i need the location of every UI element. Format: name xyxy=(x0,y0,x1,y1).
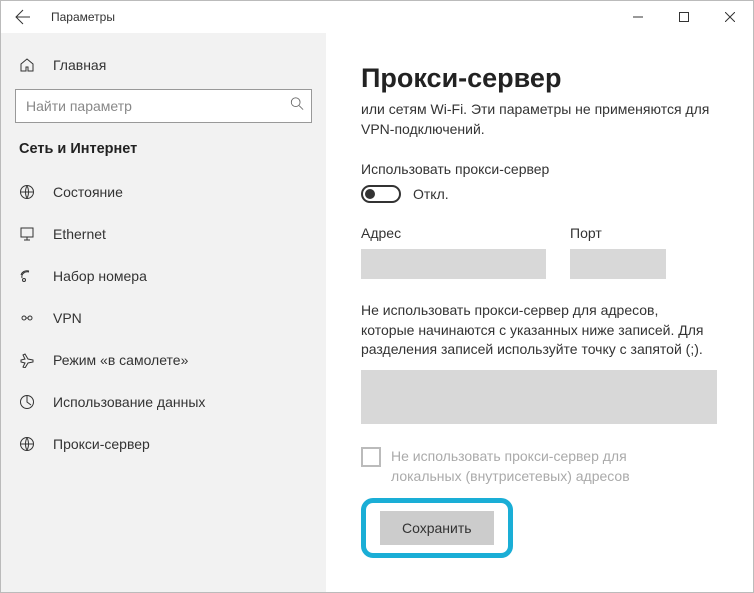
arrow-left-icon xyxy=(15,9,31,25)
local-checkbox-row: Не использовать прокси-сервер для локаль… xyxy=(361,447,723,486)
sidebar-item-label: VPN xyxy=(53,310,82,326)
search-input[interactable] xyxy=(15,89,312,123)
sidebar-item-label: Состояние xyxy=(53,184,123,200)
save-highlight: Сохранить xyxy=(361,498,513,558)
sidebar-item-label: Ethernet xyxy=(53,226,106,242)
address-column: Адрес xyxy=(361,225,546,279)
titlebar: Параметры xyxy=(1,1,753,33)
status-icon xyxy=(19,184,35,200)
page-heading: Прокси-сервер xyxy=(361,63,723,94)
inputs-row: Адрес Порт xyxy=(361,225,723,279)
search-icon xyxy=(290,97,304,116)
toggle-row: Откл. xyxy=(361,185,723,203)
ethernet-icon xyxy=(19,226,35,242)
back-button[interactable] xyxy=(11,5,35,29)
address-label: Адрес xyxy=(361,225,546,241)
main-panel: Прокси-сервер или сетям Wi-Fi. Эти парам… xyxy=(326,33,753,592)
save-button[interactable]: Сохранить xyxy=(380,511,494,545)
window-title: Параметры xyxy=(51,10,115,24)
port-column: Порт xyxy=(570,225,666,279)
close-button[interactable] xyxy=(707,1,753,33)
sidebar-item-airplane[interactable]: Режим «в самолете» xyxy=(1,339,326,381)
close-icon xyxy=(725,12,735,22)
use-proxy-label: Использовать прокси-сервер xyxy=(361,161,723,177)
toggle-state-text: Откл. xyxy=(413,186,449,202)
sidebar-home[interactable]: Главная xyxy=(1,47,326,83)
minimize-icon xyxy=(633,12,643,22)
local-checkbox-label: Не использовать прокси-сервер для локаль… xyxy=(391,447,701,486)
sidebar: Главная Сеть и Интернет Состояние Ethern… xyxy=(1,33,326,592)
proxy-icon xyxy=(19,436,35,452)
sidebar-item-data-usage[interactable]: Использование данных xyxy=(1,381,326,423)
sidebar-home-label: Главная xyxy=(53,57,106,73)
address-input[interactable] xyxy=(361,249,546,279)
airplane-icon xyxy=(19,352,35,368)
sidebar-item-label: Прокси-сервер xyxy=(53,436,150,452)
port-label: Порт xyxy=(570,225,666,241)
use-proxy-toggle[interactable] xyxy=(361,185,401,203)
sidebar-item-dialup[interactable]: Набор номера xyxy=(1,255,326,297)
toggle-knob xyxy=(365,189,375,199)
port-input[interactable] xyxy=(570,249,666,279)
sidebar-section-title: Сеть и Интернет xyxy=(1,141,326,171)
data-usage-icon xyxy=(19,394,35,410)
content: Главная Сеть и Интернет Состояние Ethern… xyxy=(1,33,753,592)
exceptions-textarea[interactable] xyxy=(361,370,717,424)
search-wrap xyxy=(15,89,312,123)
sidebar-item-label: Использование данных xyxy=(53,394,205,410)
exceptions-text: Не использовать прокси-сервер для адресо… xyxy=(361,301,711,360)
sidebar-item-proxy[interactable]: Прокси-сервер xyxy=(1,423,326,465)
dialup-icon xyxy=(19,268,35,284)
sidebar-item-vpn[interactable]: VPN xyxy=(1,297,326,339)
sidebar-item-ethernet[interactable]: Ethernet xyxy=(1,213,326,255)
local-checkbox[interactable] xyxy=(361,447,381,467)
home-icon xyxy=(19,57,35,73)
page-subtext: или сетям Wi-Fi. Эти параметры не примен… xyxy=(361,100,723,139)
window-controls xyxy=(615,1,753,33)
minimize-button[interactable] xyxy=(615,1,661,33)
sidebar-item-label: Набор номера xyxy=(53,268,147,284)
vpn-icon xyxy=(19,310,35,326)
maximize-button[interactable] xyxy=(661,1,707,33)
sidebar-item-status[interactable]: Состояние xyxy=(1,171,326,213)
maximize-icon xyxy=(679,12,689,22)
sidebar-item-label: Режим «в самолете» xyxy=(53,352,188,368)
